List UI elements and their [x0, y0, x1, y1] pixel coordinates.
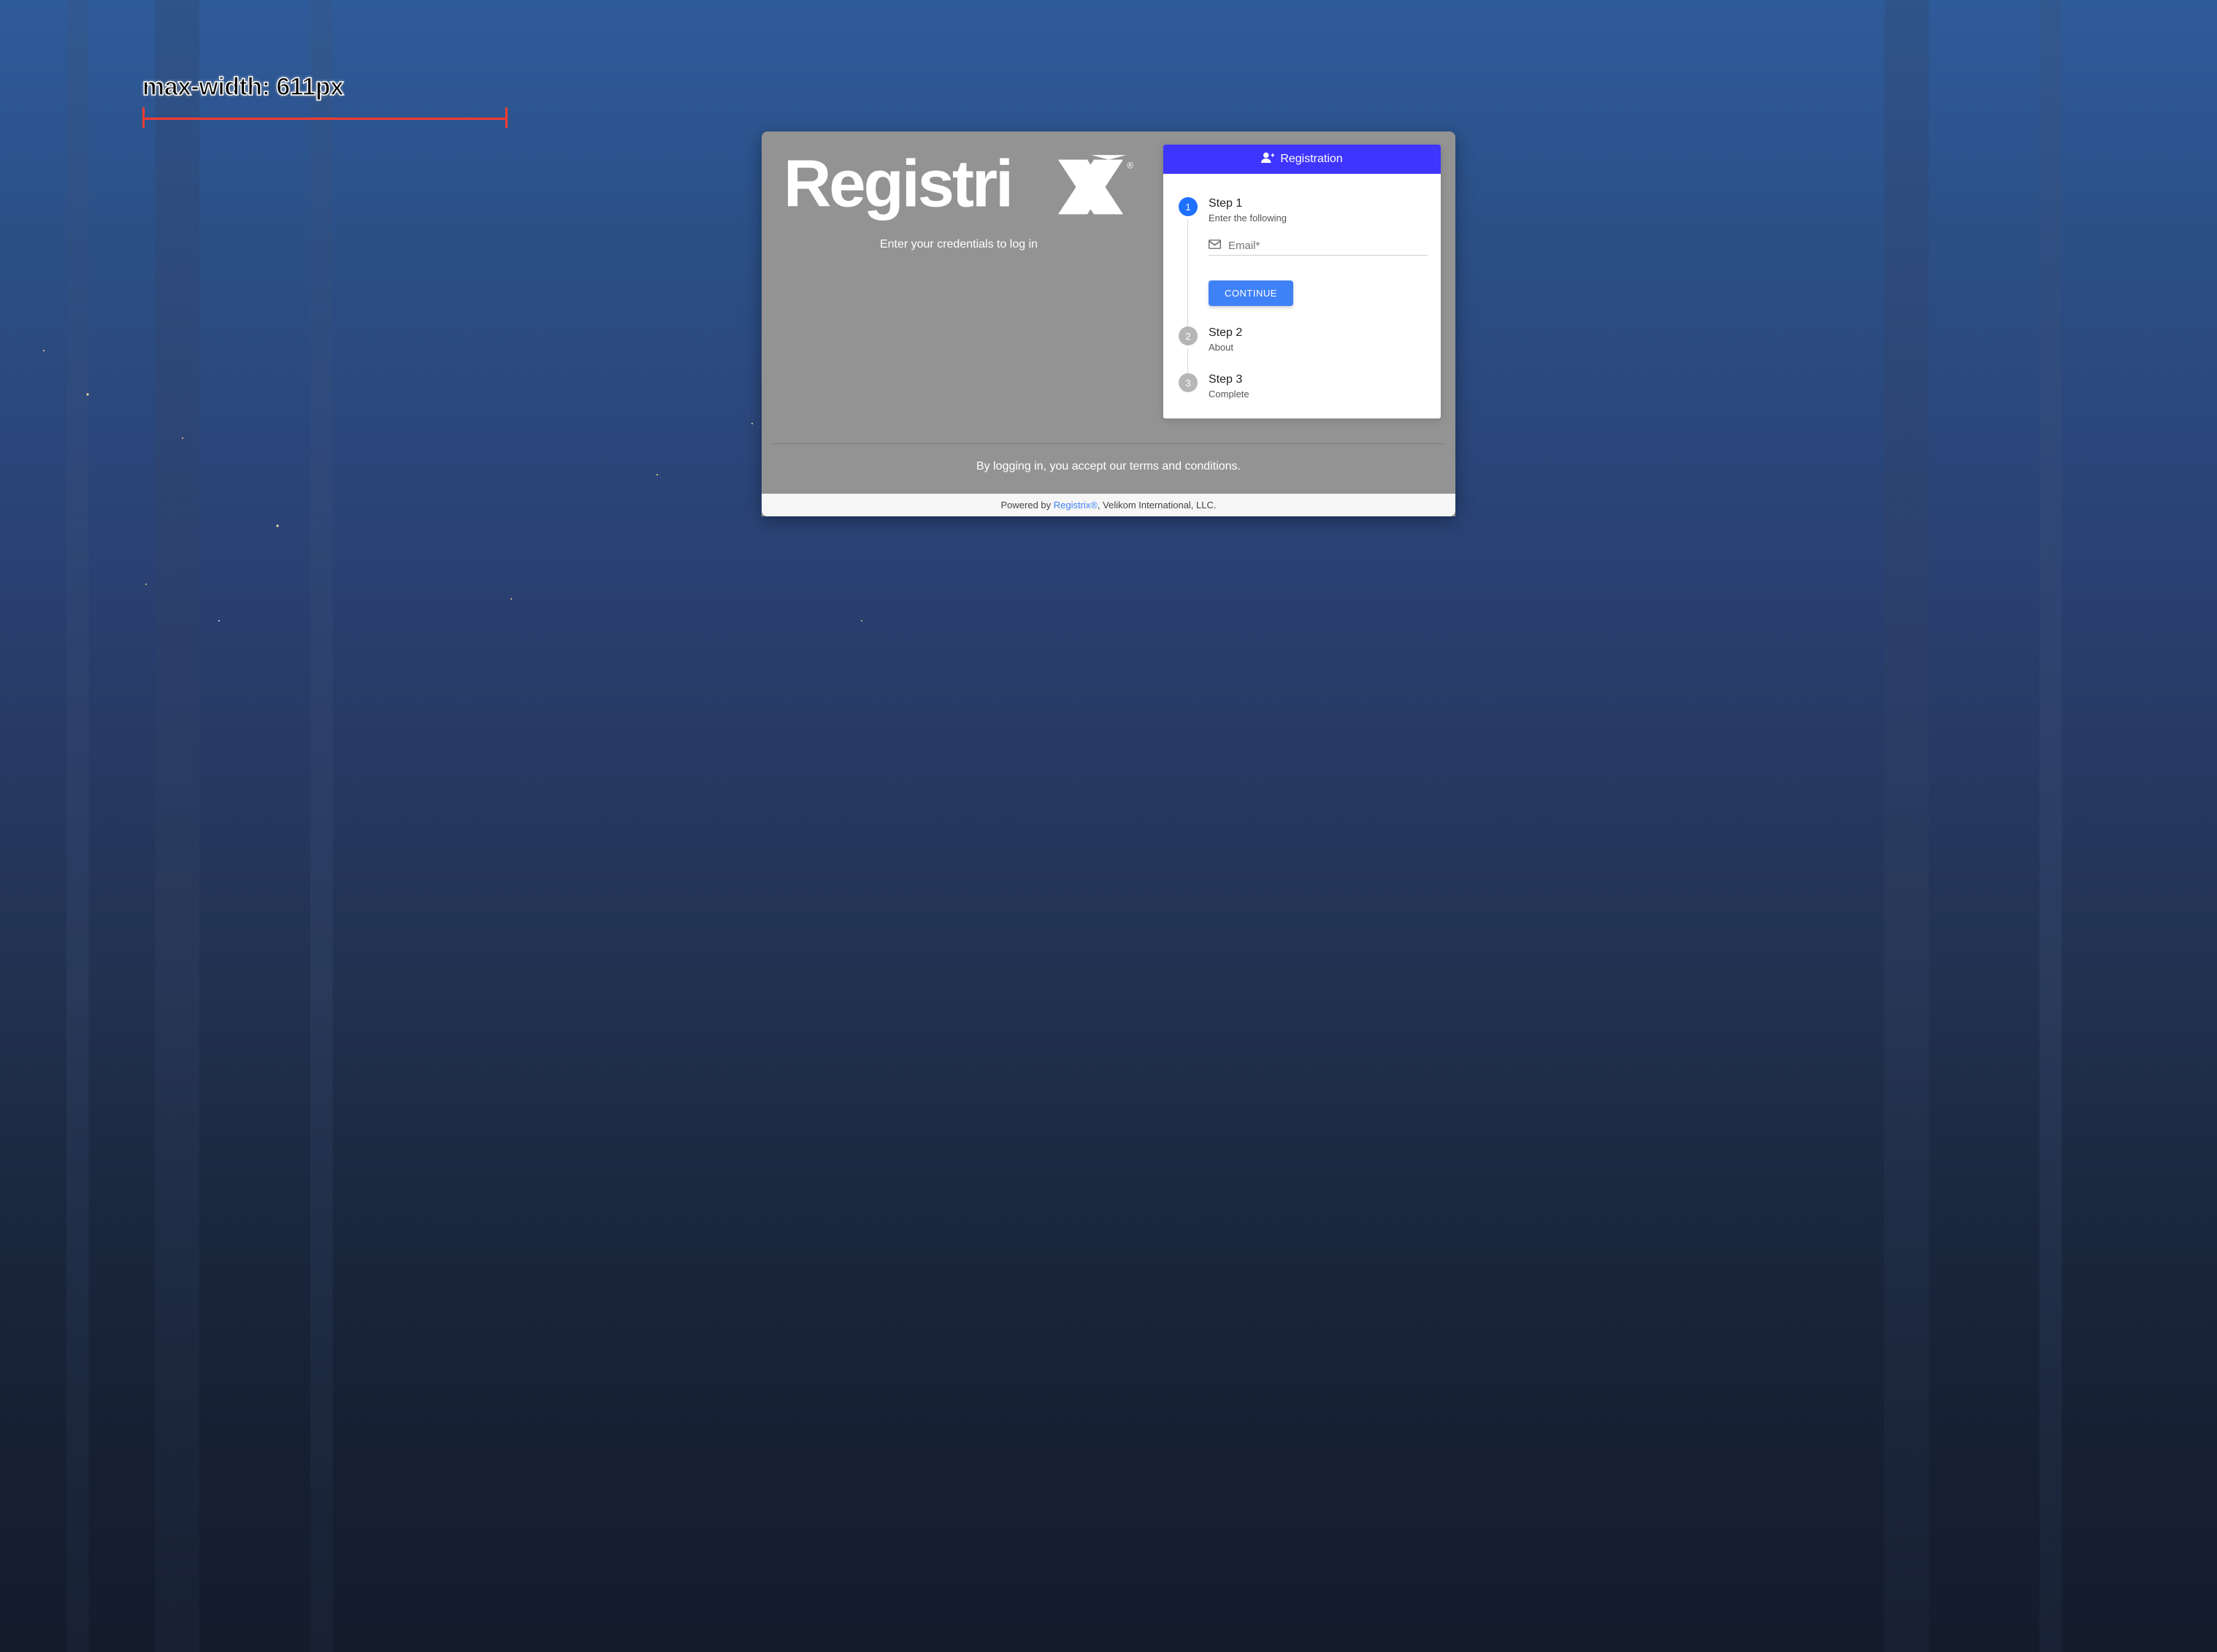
step-2: 2 Step 2 About — [1176, 326, 1428, 353]
email-field-row — [1209, 240, 1428, 256]
envelope-icon — [1209, 240, 1221, 252]
step-3-number: 3 — [1179, 373, 1198, 392]
step-1-number: 1 — [1179, 197, 1198, 216]
svg-text:®: ® — [1127, 161, 1133, 170]
annotation-bracket — [142, 107, 508, 128]
step-2-subtitle: About — [1209, 342, 1428, 353]
stepper: 1 Step 1 Enter the following CON — [1163, 174, 1441, 418]
tos-text: By logging in, you accept our terms and … — [762, 444, 1455, 494]
panel-header: Registration — [1163, 145, 1441, 174]
panel-title: Registration — [1280, 153, 1342, 166]
registrix-link[interactable]: Registrix® — [1054, 500, 1098, 510]
email-input[interactable] — [1228, 240, 1428, 252]
step-3-subtitle: Complete — [1209, 389, 1428, 399]
powered-bar: Powered by Registrix®, Velikom Internati… — [762, 494, 1455, 516]
powered-suffix: , Velikom International, LLC. — [1098, 500, 1217, 510]
user-plus-icon — [1261, 152, 1274, 167]
auth-card: Registri ® Enter your credentials to log… — [762, 131, 1455, 516]
credentials-text: Enter your credentials to log in — [880, 238, 1038, 251]
devtool-annotation: max-width: 611px — [142, 73, 508, 128]
step-3-title: Step 3 — [1209, 373, 1428, 386]
step-1-title: Step 1 — [1209, 197, 1428, 210]
registrix-logo: Registri ® — [784, 145, 1134, 238]
continue-button[interactable]: CONTINUE — [1209, 280, 1293, 306]
step-2-number: 2 — [1179, 326, 1198, 345]
annotation-label: max-width: 611px — [142, 73, 508, 102]
powered-prefix: Powered by — [1000, 500, 1053, 510]
svg-text:Registri: Registri — [784, 152, 1011, 221]
step-1: 1 Step 1 Enter the following CON — [1176, 197, 1428, 306]
registration-panel: Registration 1 Step 1 Enter the followin… — [1163, 145, 1441, 418]
step-1-subtitle: Enter the following — [1209, 213, 1428, 223]
step-3: 3 Step 3 Complete — [1176, 373, 1428, 399]
step-1-form: CONTINUE — [1209, 240, 1428, 306]
auth-left-pane: Registri ® Enter your credentials to log… — [776, 145, 1141, 429]
step-2-title: Step 2 — [1209, 326, 1428, 340]
